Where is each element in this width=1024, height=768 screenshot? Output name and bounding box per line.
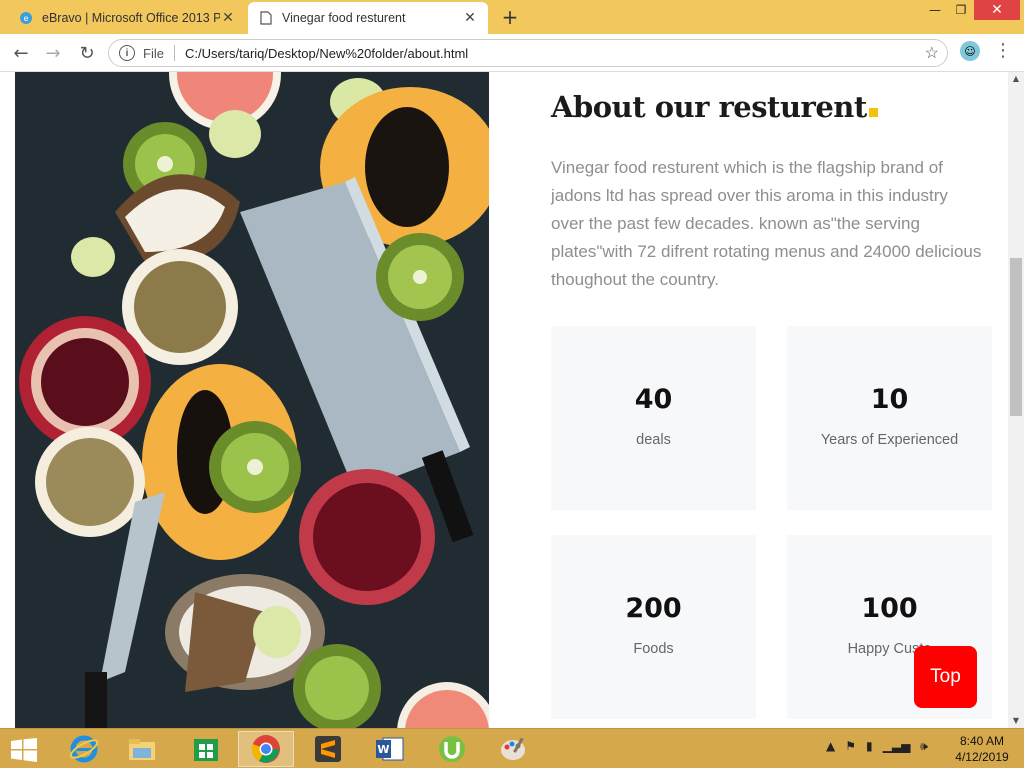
ebravo-icon: e	[18, 10, 34, 26]
clock-time: 8:40 AM	[959, 734, 1005, 748]
chrome-icon[interactable]	[238, 731, 294, 767]
sublime-text-icon[interactable]	[300, 731, 356, 767]
stat-label: deals	[636, 432, 671, 448]
scrollbar-thumb[interactable]	[1010, 258, 1022, 416]
intro-paragraph: Vinegar food resturent which is the flag…	[551, 158, 982, 289]
page-title: About our resturent	[551, 90, 878, 124]
volume-icon[interactable]: 🕪	[920, 739, 928, 754]
divider	[173, 45, 175, 61]
paint-icon[interactable]	[486, 731, 542, 767]
reload-icon[interactable]: ↻	[74, 40, 100, 66]
back-to-top-button[interactable]: Top	[914, 646, 977, 708]
system-tray: ▲ ⚑ ▮ ▁▃▅ 🕪	[826, 739, 928, 754]
windows-start-icon[interactable]	[10, 738, 38, 762]
tab-title: eBravo | Microsoft Office 2013 Pr	[42, 11, 220, 25]
stat-label: Years of Experienced	[820, 432, 959, 448]
stat-card-years: 10 Years of Experienced	[787, 326, 992, 510]
window-controls: — ❐ ✕	[922, 0, 1020, 22]
document-icon	[258, 10, 274, 26]
taskbar-clock[interactable]: 8:40 AM 4/12/2019	[950, 733, 1014, 765]
close-icon[interactable]: ✕	[462, 10, 478, 26]
tab-ebravo[interactable]: e eBravo | Microsoft Office 2013 Pr ✕	[8, 2, 246, 34]
battery-icon[interactable]: ▮	[866, 739, 873, 754]
url-text[interactable]: C:/Users/tariq/Desktop/New%20folder/abou…	[185, 46, 468, 61]
utorrent-icon[interactable]	[424, 731, 480, 767]
scroll-up-icon[interactable]: ▲	[1008, 72, 1024, 86]
minimize-button[interactable]: —	[922, 0, 948, 20]
close-window-button[interactable]: ✕	[974, 0, 1020, 20]
action-center-flag-icon[interactable]: ⚑	[845, 739, 856, 754]
scheme-label: File	[143, 45, 164, 61]
clock-date: 4/12/2019	[955, 750, 1009, 764]
accent-square	[868, 108, 878, 117]
internet-explorer-icon[interactable]	[56, 731, 112, 767]
network-signal-icon[interactable]: ▁▃▅	[883, 739, 911, 754]
address-bar[interactable]: i File C:/Users/tariq/Desktop/New%20fold…	[108, 39, 948, 67]
scroll-down-icon[interactable]: ▼	[1008, 714, 1024, 728]
show-hidden-icons-icon[interactable]: ▲	[826, 739, 835, 754]
browser-toolbar: ← → ↻ i File C:/Users/tariq/Desktop/New%…	[0, 34, 1024, 72]
stat-card-deals: 40 deals	[551, 326, 756, 510]
svg-text:e: e	[24, 14, 29, 23]
food-photo	[15, 72, 489, 728]
close-icon[interactable]: ✕	[220, 10, 236, 26]
profile-avatar[interactable]: ☺	[960, 41, 980, 61]
info-icon[interactable]: i	[119, 45, 135, 61]
menu-dots-icon[interactable]: ⋮	[994, 40, 1012, 62]
back-icon[interactable]: ←	[8, 40, 34, 66]
word-icon[interactable]: W	[362, 731, 418, 767]
bookmark-star-icon[interactable]: ☆	[925, 43, 939, 63]
forward-icon[interactable]: →	[40, 40, 66, 66]
stat-value: 40	[634, 384, 673, 415]
svg-text:W: W	[377, 743, 389, 756]
tab-vinegar[interactable]: Vinegar food resturent ✕	[248, 2, 488, 34]
stat-label: Foods	[633, 641, 674, 657]
food-photo-illustration	[15, 72, 489, 728]
stat-value: 100	[861, 593, 918, 624]
new-tab-button[interactable]: +	[498, 5, 522, 29]
tab-strip: e eBravo | Microsoft Office 2013 Pr ✕ Vi…	[0, 0, 1024, 34]
stat-value: 10	[870, 384, 909, 415]
stat-card-foods: 200 Foods	[551, 535, 756, 719]
maximize-button[interactable]: ❐	[948, 0, 974, 20]
stat-value: 200	[625, 593, 682, 624]
vertical-scrollbar[interactable]: ▲ ▼	[1008, 72, 1024, 728]
store-icon[interactable]	[178, 731, 234, 767]
windows-taskbar: W ▲ ⚑ ▮ ▁▃▅ 🕪 8:40 AM 4/12/2019	[0, 728, 1024, 768]
page-title-text: About our resturent	[551, 90, 867, 124]
page-viewport: About our resturent Vinegar food resture…	[0, 72, 1008, 728]
tab-title: Vinegar food resturent	[282, 11, 406, 25]
file-explorer-icon[interactable]	[114, 731, 170, 767]
